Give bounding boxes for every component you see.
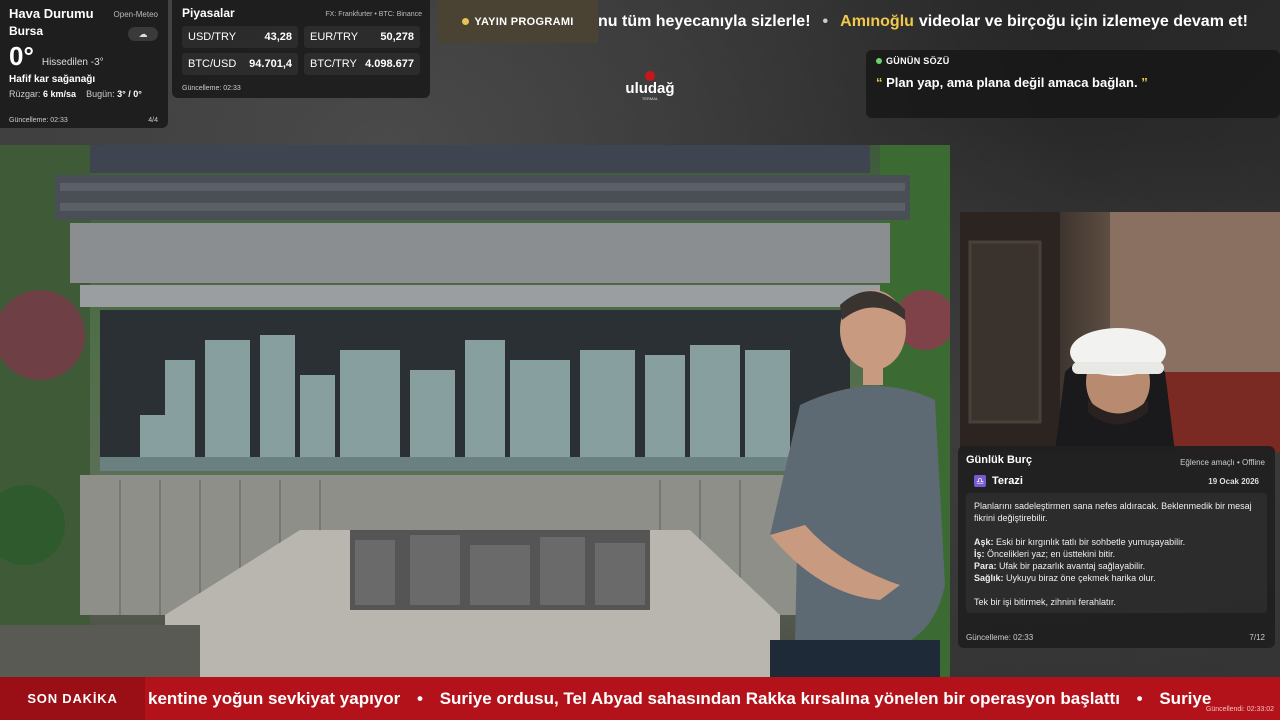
schedule-badge[interactable]: YAYIN PROGRAMI	[438, 0, 598, 43]
top-ticker-highlight: Amınoğlu	[840, 12, 914, 30]
markets-updated: Güncelleme: 02:33	[182, 85, 241, 92]
top-ticker: nu tüm heyecanıyla sizlerle! • Amınoğlu …	[598, 0, 1280, 43]
quote-text: Plan yap, ama plana değil amaca bağlan.	[886, 75, 1138, 90]
uludag-logo: uludağ TERMAL	[625, 71, 675, 101]
horoscope-line-text: Uykuyu biraz öne çekmek harika olur.	[1006, 573, 1156, 583]
webcam-feed	[960, 212, 1280, 452]
top-ticker-text: videolar ve birçoğu için izlemeye devam …	[918, 12, 1248, 30]
market-label: EUR/TRY	[310, 31, 359, 43]
market-value: 43,28	[264, 31, 292, 43]
weather-page: 4/4	[148, 117, 158, 124]
news-separator: •	[417, 688, 423, 708]
horoscope-line: Para: Ufak bir pazarlık avantaj sağlayab…	[974, 560, 1259, 572]
weather-wind-row: Rüzgar: 6 km/sa Bugün: 3° / 0°	[9, 89, 159, 99]
today-value: 3° / 0°	[117, 89, 142, 99]
horoscope-sign: Terazi	[992, 475, 1023, 487]
breaking-news-ticker: kentine yoğun sevkiyat yapıyor • Suriye …	[145, 689, 1211, 709]
market-cell: USD/TRY 43,28	[182, 26, 298, 48]
horoscope-line-label: Aşk:	[974, 537, 994, 547]
market-value: 4.098.677	[365, 58, 414, 70]
logo-subtext: TERMAL	[642, 96, 659, 101]
wind-value: 6 km/sa	[43, 89, 77, 99]
wind-label: Rüzgar:	[9, 89, 41, 99]
breaking-news-label: SON DAKİKA	[0, 677, 145, 720]
top-ticker-text: nu tüm heyecanıyla sizlerle!	[598, 12, 811, 30]
horoscope-intro: Planlarını sadeleştirmen sana nefes aldı…	[974, 501, 1252, 523]
libra-icon: ♎	[974, 475, 986, 487]
schedule-label: YAYIN PROGRAMI	[474, 15, 574, 28]
market-value: 94.701,4	[249, 58, 292, 70]
quote-widget: GÜNÜN SÖZÜ “ Plan yap, ama plana değil a…	[866, 50, 1280, 118]
horoscope-tag: Eğlence amaçlı • Offline	[1180, 458, 1265, 467]
market-cell: BTC/TRY 4.098.677	[304, 53, 420, 75]
weather-feels-like: Hissedilen -3°	[41, 57, 104, 68]
horoscope-line: Aşk: Eski bir kırgınlık tatlı bir sohbet…	[974, 536, 1259, 548]
markets-source: FX: Frankfurter • BTC: Binance	[325, 11, 422, 18]
horoscope-body: Planlarını sadeleştirmen sana nefes aldı…	[966, 493, 1267, 613]
snow-cloud-icon: ☁	[128, 27, 158, 41]
quote-label-row: GÜNÜN SÖZÜ	[876, 56, 1270, 66]
news-separator: •	[1136, 688, 1143, 708]
horoscope-widget: Günlük Burç Eğlence amaçlı • Offline ♎ T…	[958, 446, 1275, 648]
horoscope-line-text: Öncelikleri yaz; en üsttekini bitir.	[987, 549, 1116, 559]
markets-widget: Piyasalar FX: Frankfurter • BTC: Binance…	[172, 0, 430, 98]
market-label: BTC/TRY	[310, 58, 357, 70]
horoscope-line-label: İş:	[974, 549, 985, 559]
horoscope-line-label: Sağlık:	[974, 573, 1004, 583]
weather-source: Open-Meteo	[113, 10, 158, 19]
horoscope-page: 7/12	[1249, 633, 1265, 642]
status-dot-icon	[876, 58, 882, 64]
market-cell: BTC/USD 94.701,4	[182, 53, 298, 75]
video-scene	[0, 145, 950, 677]
news-item: Suriye	[1159, 688, 1212, 708]
market-cell: EUR/TRY 50,278	[304, 26, 420, 48]
schedule-dot-icon	[462, 18, 470, 25]
main-video[interactable]	[0, 145, 950, 677]
market-value: 50,278	[380, 31, 414, 43]
horoscope-line-label: Para:	[974, 561, 997, 571]
weather-condition: Hafif kar sağanağı	[9, 74, 96, 85]
top-ticker-separator: •	[822, 12, 829, 30]
weather-updated: Güncelleme: 02:33	[9, 117, 68, 124]
webcam-scene	[960, 212, 1280, 452]
news-item: Suriye ordusu, Tel Abyad sahasından Rakk…	[439, 688, 1120, 708]
breaking-news-bar: SON DAKİKA kentine yoğun sevkiyat yapıyo…	[0, 677, 1280, 720]
market-label: USD/TRY	[188, 31, 237, 43]
horoscope-line: Sağlık: Uykuyu biraz öne çekmek harika o…	[974, 572, 1259, 584]
horoscope-line-text: Ufak bir pazarlık avantaj sağlayabilir.	[999, 561, 1146, 571]
market-label: BTC/USD	[188, 58, 237, 70]
weather-temperature: 0°	[9, 41, 34, 71]
horoscope-date: 19 Ocak 2026	[1208, 476, 1259, 486]
quote-label: GÜNÜN SÖZÜ	[886, 56, 950, 66]
logo-text: uludağ	[625, 80, 674, 97]
horoscope-line: İş: Öncelikleri yaz; en üsttekini bitir.	[974, 548, 1259, 560]
today-label: Bugün:	[86, 89, 115, 99]
horoscope-line-text: Eski bir kırgınlık tatlı bir sohbetle yu…	[996, 537, 1186, 547]
news-updated: Güncellendi: 02:33:02	[1205, 706, 1274, 713]
horoscope-updated: Güncelleme: 02:33	[966, 633, 1034, 642]
quote-close-mark: ”	[1141, 75, 1148, 90]
horoscope-outro: Tek bir işi bitirmek, zihnini ferahlatır…	[974, 597, 1117, 607]
quote-text-row: “ Plan yap, ama plana değil amaca bağlan…	[876, 75, 1270, 90]
news-item: kentine yoğun sevkiyat yapıyor	[148, 688, 401, 708]
horoscope-sign-row: ♎ Terazi 19 Ocak 2026	[966, 475, 1267, 487]
quote-open-mark: “	[876, 75, 883, 90]
weather-widget: Hava Durumu Open-Meteo Bursa ☁ 0° Hissed…	[0, 0, 168, 128]
